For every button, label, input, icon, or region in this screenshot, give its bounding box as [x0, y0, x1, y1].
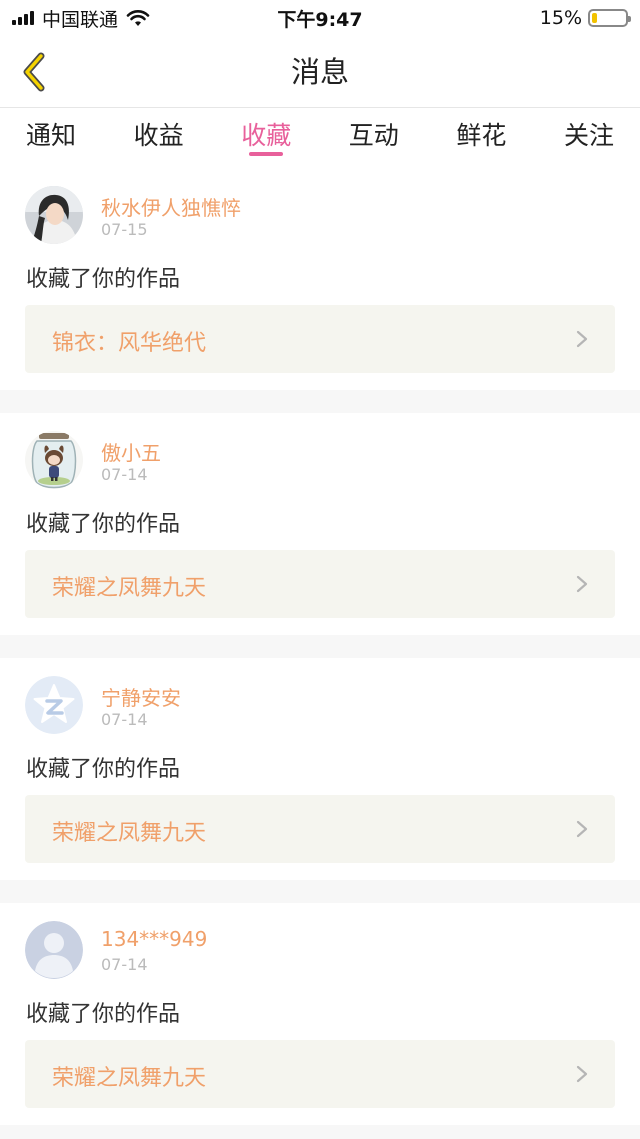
status-left: 中国联通 — [12, 5, 150, 32]
work-link[interactable]: 荣耀之凤舞九天 — [25, 795, 615, 863]
message-card: 傲小五 07-14 收藏了你的作品 荣耀之凤舞九天 — [0, 413, 640, 635]
tab-bar: 通知 收益 收藏 互动 鲜花 关注 — [0, 108, 640, 168]
work-link[interactable]: 锦衣：风华绝代 — [25, 305, 615, 373]
status-bar: 中国联通 下午9:47 15% — [0, 0, 640, 36]
tab-favorites[interactable]: 收藏 — [241, 108, 291, 168]
message-date: 07-14 — [101, 465, 148, 484]
avatar[interactable] — [25, 676, 83, 734]
work-link[interactable]: 荣耀之凤舞九天 — [25, 1040, 615, 1108]
message-action: 收藏了你的作品 — [26, 267, 181, 292]
chevron-right-icon — [576, 820, 588, 838]
username[interactable]: 宁静安安 — [101, 682, 181, 711]
navigation-bar: 消息 — [0, 36, 640, 108]
tab-notify[interactable]: 通知 — [26, 108, 76, 168]
message-list: 秋水伊人独憔悴 07-15 收藏了你的作品 锦衣：风华绝代 傲小五 07-14 … — [0, 168, 640, 1139]
message-date: 07-14 — [101, 710, 148, 729]
message-date: 07-14 — [101, 955, 148, 974]
avatar[interactable] — [25, 431, 83, 489]
message-action: 收藏了你的作品 — [26, 1002, 181, 1027]
wifi-icon — [126, 10, 150, 26]
avatar[interactable] — [25, 186, 83, 244]
message-date: 07-15 — [101, 220, 148, 239]
username[interactable]: 秋水伊人独憔悴 — [101, 192, 241, 221]
message-action: 收藏了你的作品 — [26, 512, 181, 537]
signal-icon — [12, 11, 34, 25]
work-title: 荣耀之凤舞九天 — [52, 576, 207, 601]
message-card: 宁静安安 07-14 收藏了你的作品 荣耀之凤舞九天 — [0, 658, 640, 880]
work-title: 荣耀之凤舞九天 — [52, 821, 207, 846]
tab-follow[interactable]: 关注 — [564, 108, 614, 168]
battery-percent: 15% — [539, 7, 582, 29]
avatar[interactable] — [25, 921, 83, 979]
chevron-right-icon — [576, 1065, 588, 1083]
status-right: 15% — [539, 7, 631, 29]
work-title: 荣耀之凤舞九天 — [52, 1066, 207, 1091]
battery-icon — [588, 9, 631, 27]
work-link[interactable]: 荣耀之凤舞九天 — [25, 550, 615, 618]
username[interactable]: 傲小五 — [101, 437, 161, 466]
message-card: 秋水伊人独憔悴 07-15 收藏了你的作品 锦衣：风华绝代 — [0, 168, 640, 390]
work-title: 锦衣：风华绝代 — [52, 331, 207, 356]
page-title: 消息 — [290, 55, 349, 89]
tab-earnings[interactable]: 收益 — [134, 108, 184, 168]
message-action: 收藏了你的作品 — [26, 757, 181, 782]
battery-fill — [592, 13, 597, 23]
tab-flowers[interactable]: 鲜花 — [456, 108, 506, 168]
chevron-right-icon — [576, 575, 588, 593]
message-card: 134***949 07-14 收藏了你的作品 荣耀之凤舞九天 — [0, 903, 640, 1125]
chevron-right-icon — [576, 330, 588, 348]
carrier-label: 中国联通 — [42, 8, 119, 31]
tab-interaction[interactable]: 互动 — [349, 108, 399, 168]
username[interactable]: 134***949 — [101, 927, 207, 951]
